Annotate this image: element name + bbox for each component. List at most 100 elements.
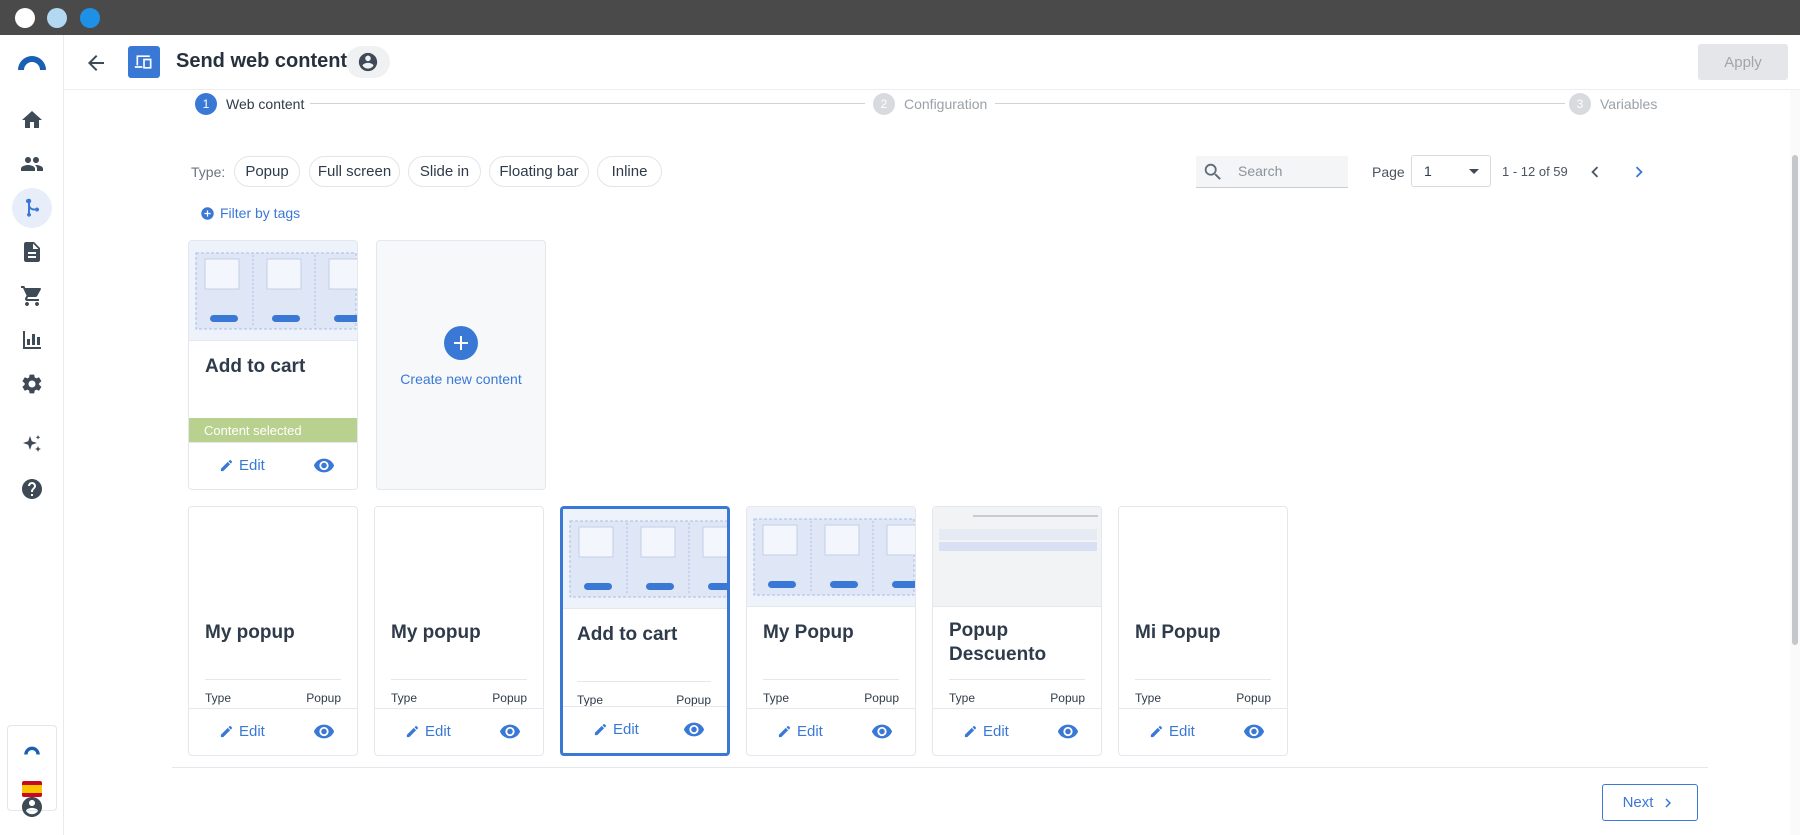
eye-icon <box>1243 724 1265 739</box>
card-actions: Edit <box>375 708 543 755</box>
chevron-right-icon <box>1635 166 1643 178</box>
sidebar-item-help[interactable] <box>12 469 52 509</box>
type-chip-floating-bar[interactable]: Floating bar <box>489 156 589 187</box>
preview-button[interactable] <box>313 723 335 741</box>
content-card[interactable]: My popup Type Popup Edit <box>374 506 544 756</box>
edit-button[interactable]: Edit <box>777 723 823 740</box>
card-type-row: Type Popup <box>577 681 711 707</box>
people-icon <box>21 157 43 171</box>
type-chip-inline[interactable]: Inline <box>597 156 662 187</box>
apply-button[interactable]: Apply <box>1698 44 1788 80</box>
sidebar-item-flows[interactable] <box>12 188 52 228</box>
page-select-value: 1 <box>1424 163 1432 179</box>
step-label: Web content <box>226 96 305 112</box>
eye-icon <box>683 722 705 737</box>
sidebar-item-ai[interactable] <box>12 425 52 465</box>
step-label: Configuration <box>904 96 988 112</box>
sidebar-item-content[interactable] <box>12 232 52 272</box>
preview-button[interactable] <box>871 723 893 741</box>
sidebar-item-analytics[interactable] <box>12 320 52 360</box>
edit-label: Edit <box>797 723 823 740</box>
account-circle-icon <box>22 797 42 817</box>
preview-button[interactable] <box>313 457 335 475</box>
sidebar-item-contacts[interactable] <box>12 144 52 184</box>
edit-label: Edit <box>425 723 451 740</box>
type-chip-popup[interactable]: Popup <box>234 156 300 187</box>
owner-chip[interactable] <box>346 46 390 78</box>
next-page-button[interactable] <box>1628 161 1650 183</box>
flow-branch-icon <box>26 198 40 217</box>
card-type-row: Type Popup <box>949 679 1085 705</box>
scrollbar-thumb[interactable] <box>1792 155 1798 645</box>
window-titlebar <box>0 0 1800 35</box>
card-type-label: Type <box>949 691 976 705</box>
pencil-icon <box>220 725 233 738</box>
content-card[interactable]: My Popup Type Popup Edit <box>746 506 916 756</box>
window-minimize-button[interactable] <box>47 8 67 28</box>
product-grid-preview-image <box>753 518 915 596</box>
app-logo[interactable] <box>16 53 48 71</box>
edit-button[interactable]: Edit <box>963 723 1009 740</box>
step-connector <box>995 103 1565 104</box>
card-actions: Edit <box>933 708 1101 755</box>
sidebar-item-home[interactable] <box>12 100 52 140</box>
filter-by-tags-link[interactable]: Filter by tags <box>200 205 300 221</box>
preview-button[interactable] <box>683 721 705 739</box>
sidebar-item-profile[interactable] <box>12 787 52 827</box>
content-card[interactable]: Popup Descuento Type Popup Edit <box>932 506 1102 756</box>
pencil-icon <box>1150 725 1163 738</box>
discount-form-preview-image <box>933 507 1101 606</box>
eye-icon <box>1057 724 1079 739</box>
search-field[interactable] <box>1196 156 1348 188</box>
gear-icon <box>22 374 42 394</box>
arrow-left-icon <box>88 55 104 71</box>
search-input[interactable] <box>1238 163 1338 179</box>
edit-button[interactable]: Edit <box>405 723 451 740</box>
type-chip-slide-in[interactable]: Slide in <box>408 156 481 187</box>
pencil-icon <box>406 725 419 738</box>
sidebar-item-commerce[interactable] <box>12 276 52 316</box>
sidebar-item-settings[interactable] <box>12 364 52 404</box>
pencil-icon <box>964 725 977 738</box>
step-web-content[interactable]: 1 Web content <box>195 93 304 115</box>
help-icon <box>22 479 42 499</box>
create-new-content-card[interactable]: Create new content <box>376 240 546 490</box>
add-icon <box>444 326 478 360</box>
content-card[interactable]: My popup Type Popup Edit <box>188 506 358 756</box>
page-select[interactable]: 1 <box>1411 155 1491 187</box>
window-close-button[interactable] <box>15 8 35 28</box>
preview-button[interactable] <box>499 723 521 741</box>
previous-page-button[interactable] <box>1584 161 1606 183</box>
back-button[interactable] <box>84 51 108 75</box>
content-selected-badge: Content selected <box>189 418 357 442</box>
edit-button[interactable]: Edit <box>219 723 265 740</box>
content-thumbnail <box>563 509 727 609</box>
edit-button[interactable]: Edit <box>219 457 265 474</box>
preview-button[interactable] <box>1057 723 1079 741</box>
card-name: My popup <box>205 622 295 643</box>
type-chip-full-screen[interactable]: Full screen <box>309 156 400 187</box>
card-name: Mi Popup <box>1135 622 1221 643</box>
content-card[interactable]: Add to cart Type Popup Edit <box>560 506 730 756</box>
step-configuration[interactable]: 2 Configuration <box>873 93 987 115</box>
selected-content-card[interactable]: Add to cart Content selected Edit <box>188 240 358 490</box>
step-number: 3 <box>1569 93 1591 115</box>
content-thumbnail <box>747 507 915 607</box>
card-type-row: Type Popup <box>205 679 341 705</box>
step-variables[interactable]: 3 Variables <box>1569 93 1657 115</box>
step-connector <box>310 103 865 104</box>
card-name: My popup <box>391 622 481 643</box>
next-button[interactable]: Next <box>1602 784 1698 821</box>
filter-by-tags-label: Filter by tags <box>220 205 301 221</box>
devices-icon <box>134 55 152 69</box>
card-type-label: Type <box>205 691 232 705</box>
preview-button[interactable] <box>1243 723 1265 741</box>
card-type-value: Popup <box>492 691 527 705</box>
edit-label: Edit <box>613 721 639 738</box>
pagination-range: 1 - 12 of 59 <box>1502 164 1568 179</box>
edit-button[interactable]: Edit <box>1149 723 1195 740</box>
window-maximize-button[interactable] <box>80 8 100 28</box>
scrollbar[interactable] <box>1790 90 1800 835</box>
content-card[interactable]: Mi Popup Type Popup Edit <box>1118 506 1288 756</box>
edit-button[interactable]: Edit <box>593 721 639 738</box>
